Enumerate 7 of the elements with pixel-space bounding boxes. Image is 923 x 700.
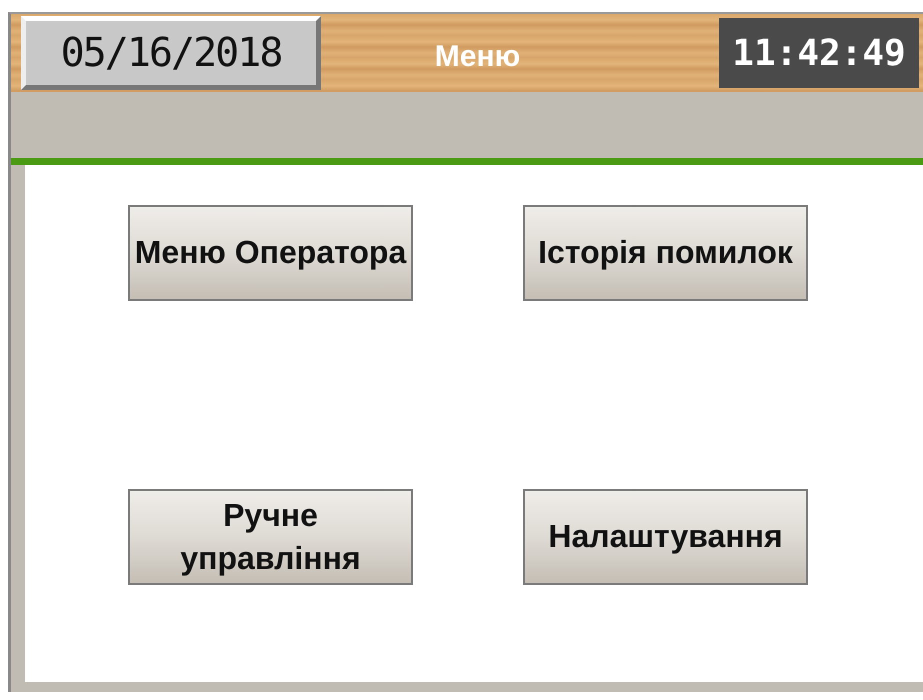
date-display: 05/16/2018 (21, 16, 321, 90)
screen-title: Меню (434, 39, 522, 74)
clock-display: 11:42:49 (719, 18, 919, 88)
menu-button[interactable]: Налаштування (523, 489, 808, 585)
menu-button[interactable]: Меню Оператора (128, 205, 413, 301)
menu-button[interactable]: Ручне управління (128, 489, 413, 585)
menu-button[interactable]: Історія помилок (523, 205, 808, 301)
